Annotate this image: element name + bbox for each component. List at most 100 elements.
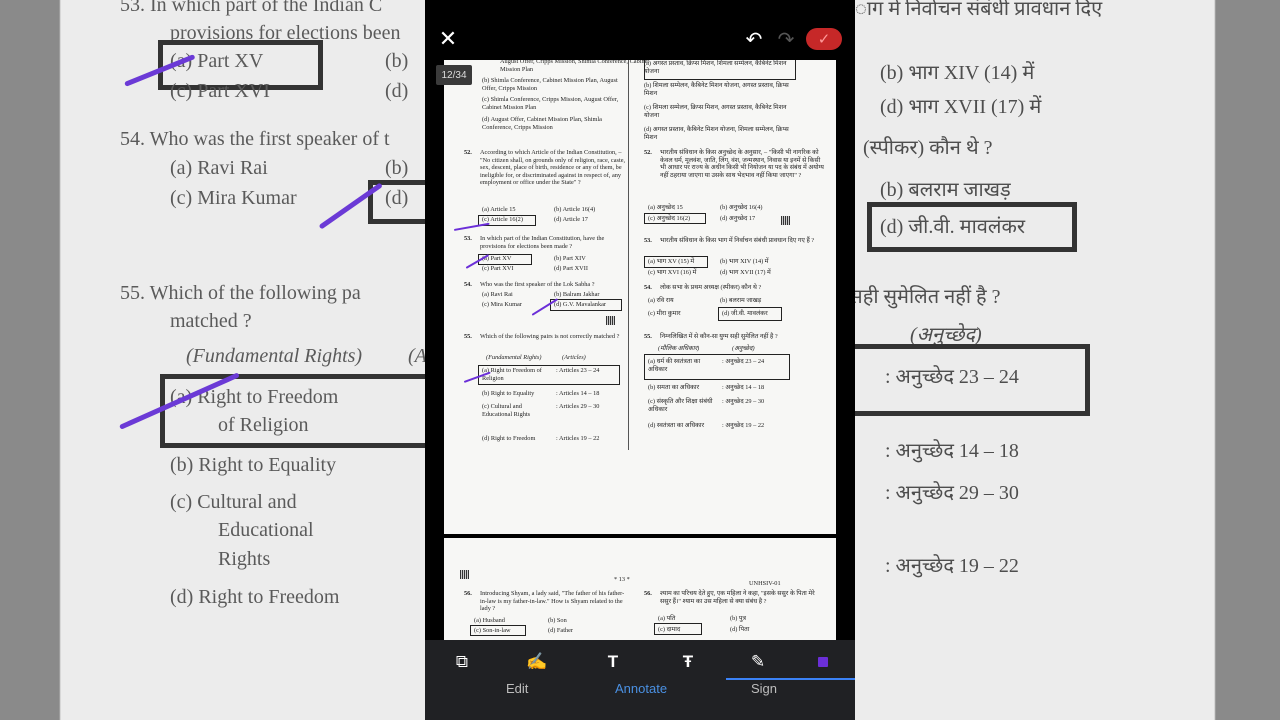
bg-text: (a) Right to Freedom bbox=[170, 386, 339, 408]
question-number: 55. bbox=[644, 333, 652, 340]
bg-text: Educational bbox=[218, 519, 314, 541]
bg-text: (b) bbox=[385, 50, 409, 72]
bg-text: Rights bbox=[218, 548, 271, 570]
paper-code: UNHSIV-01 bbox=[749, 580, 781, 587]
question-54: 54. लोक सभा के प्रथम अध्यक्ष (स्पीकर) कौ… bbox=[644, 284, 826, 294]
bg-text: युग्म सही सुमेलित नहीं है ? bbox=[855, 286, 1001, 308]
option-c-value: : अनुच्छेद 29 – 30 bbox=[722, 398, 765, 405]
confirm-button[interactable]: ✓ bbox=[806, 28, 842, 50]
question-number: 53. bbox=[644, 237, 652, 244]
option-b: (b) Balram Jakhar bbox=[554, 291, 600, 298]
pen-icon[interactable]: ✎ bbox=[738, 650, 778, 674]
option-a: (a) Right to Freedom of Religion bbox=[482, 367, 542, 382]
option-b: (b) Part XIV bbox=[554, 255, 586, 262]
question-number: 52. bbox=[644, 149, 652, 156]
option-b: (b) अनुच्छेद 16(4) bbox=[720, 204, 763, 211]
question-text: According to which Article of the Indian… bbox=[480, 149, 626, 187]
option-b: (b) Son bbox=[548, 617, 567, 624]
bg-text: (a) Ravi Rai bbox=[170, 157, 268, 179]
option-b: (b) भाग XIV (14) में bbox=[720, 258, 769, 265]
color-picker-icon[interactable] bbox=[803, 650, 843, 674]
answer-box bbox=[644, 60, 796, 80]
option-b: (b) बलराम जाखड़ bbox=[720, 297, 762, 304]
bg-text: 53. In which part of the Indian C bbox=[120, 0, 383, 16]
option-a: (a) धर्म की स्वतंत्रता का अधिकार bbox=[648, 358, 701, 373]
tab-edit[interactable]: Edit bbox=[506, 681, 528, 696]
option-c: (c) Mira Kumar bbox=[482, 301, 522, 308]
question-52: 52. भारतीय संविधान के किस अनुच्छेद के अन… bbox=[644, 149, 826, 203]
option-d-value: : अनुच्छेद 19 – 22 bbox=[722, 422, 765, 429]
document-page[interactable]: * 13 * UNHSIV-01 56. Introducing Shyam, … bbox=[444, 538, 836, 640]
qr-code-icon bbox=[781, 216, 790, 225]
question-number: 55. bbox=[464, 333, 472, 340]
question-54: 54. Who was the first speaker of the Lok… bbox=[464, 281, 629, 291]
document-page[interactable]: August Offer, Cripps Mission, Shimla Con… bbox=[444, 60, 836, 534]
pages-icon[interactable]: ⧉ bbox=[442, 650, 482, 674]
option-text: (d) August Offer, Cabinet Mission Plan, … bbox=[482, 116, 602, 131]
bg-text: : अनुच्छेद 14 – 18 bbox=[885, 440, 1019, 462]
bg-text: (c) Mira Kumar bbox=[170, 187, 297, 209]
bg-text: matched ? bbox=[170, 310, 252, 332]
undo-icon[interactable]: ↶ bbox=[741, 26, 767, 52]
question-text: लोक सभा के प्रथम अध्यक्ष (स्पीकर) कौन थे… bbox=[660, 284, 762, 291]
question-text: Who was the first speaker of the Lok Sab… bbox=[480, 281, 595, 288]
bg-text: 55. Which of the following pa bbox=[120, 282, 361, 304]
question-number: 52. bbox=[464, 149, 472, 156]
ink-stroke bbox=[453, 222, 490, 231]
bg-text: (c) Cultural and bbox=[170, 491, 297, 513]
option-a: (a) Ravi Rai bbox=[482, 291, 513, 298]
strikethrough-icon[interactable]: Ŧ bbox=[668, 650, 708, 674]
option-text: August Offer, Cripps Mission, Shimla Con… bbox=[500, 60, 650, 73]
column-heading: (Articles) bbox=[562, 354, 586, 361]
highlighter-icon[interactable]: ✍ bbox=[517, 650, 557, 674]
option-a: (a) Husband bbox=[474, 617, 505, 624]
option-c: (c) भाग XVI (16) में bbox=[648, 269, 697, 276]
bg-text: (b) Right to Equality bbox=[170, 454, 337, 476]
question-text: Introducing Shyam, a lady said, "The fat… bbox=[480, 590, 625, 613]
question-text: श्याम का परिचय देते हुए, एक महिला ने कहा… bbox=[660, 590, 815, 605]
bg-text: (d) भाग XVII (17) में bbox=[880, 96, 1042, 118]
option-text: (b) Shimla Conference, Cabinet Mission P… bbox=[482, 77, 618, 92]
option-a: (a) भाग XV (15) में bbox=[648, 258, 695, 265]
option-d-value: : Articles 19 – 22 bbox=[556, 435, 600, 442]
close-icon[interactable]: ✕ bbox=[433, 24, 463, 54]
bg-text: (अनुच्छेद) bbox=[910, 324, 982, 346]
column-heading: (अनुच्छेद) bbox=[732, 345, 755, 352]
text-icon[interactable]: T bbox=[593, 650, 633, 674]
bg-text: (d) bbox=[385, 80, 409, 102]
option-a: (a) Article 15 bbox=[482, 206, 516, 213]
question-number: 56. bbox=[644, 590, 652, 597]
question-55: 55. Which of the following pairs is not … bbox=[464, 333, 629, 351]
bg-text: (A bbox=[408, 345, 425, 367]
bg-text: : अनुच्छेद 19 – 22 bbox=[885, 555, 1019, 577]
option-a: (a) पति bbox=[658, 615, 676, 622]
option-b: (b) Article 16(4) bbox=[554, 206, 596, 213]
question-55: 55. निम्नलिखित में से कौन-सा युग्म सही स… bbox=[644, 333, 826, 343]
column-heading: (Fundamental Rights) bbox=[486, 354, 542, 361]
bg-text: (b) बलराम जाखड़ bbox=[880, 179, 1011, 201]
question-number: 54. bbox=[644, 284, 652, 291]
option-d: (d) पिता bbox=[730, 626, 750, 633]
option-text: (d) अगस्त प्रस्ताव, कैबिनेट मिशन योजना, … bbox=[644, 126, 789, 141]
option-c: (c) Part XVI bbox=[482, 265, 514, 272]
option-c: (c) अनुच्छेद 16(2) bbox=[648, 215, 691, 222]
question-text: निम्नलिखित में से कौन-सा युग्म सही सुमेल… bbox=[660, 333, 778, 340]
mode-tabs: Edit Annotate Sign bbox=[425, 681, 855, 709]
option-c: (c) Son-in-law bbox=[474, 627, 511, 634]
bg-text: (d) Right to Freedom bbox=[170, 586, 340, 608]
qr-code-icon bbox=[460, 570, 469, 579]
redo-icon[interactable]: ↷ bbox=[773, 26, 799, 52]
option-c-value: : Articles 29 – 30 bbox=[556, 403, 600, 410]
option-b: (b) पुत्र bbox=[730, 615, 746, 622]
question-53: 53. भारतीय संविधान के किस भाग में निर्वा… bbox=[644, 237, 826, 255]
question-text: In which part of the Indian Constitution… bbox=[480, 235, 605, 250]
tab-annotate[interactable]: Annotate bbox=[615, 681, 667, 696]
question-53: 53. In which part of the Indian Constitu… bbox=[464, 235, 629, 253]
option-a-value: : Articles 23 – 24 bbox=[556, 367, 600, 374]
tab-sign[interactable]: Sign bbox=[751, 681, 777, 696]
option-a-value: : अनुच्छेद 23 – 24 bbox=[722, 358, 765, 365]
option-text: (c) शिमला सम्मेलन, क्रिप्स मिशन, अगस्त प… bbox=[644, 104, 787, 119]
option-a: (a) अनुच्छेद 15 bbox=[648, 204, 683, 211]
option-c: (c) दामाद bbox=[658, 626, 681, 633]
option-d: (d) अनुच्छेद 17 bbox=[720, 215, 756, 222]
